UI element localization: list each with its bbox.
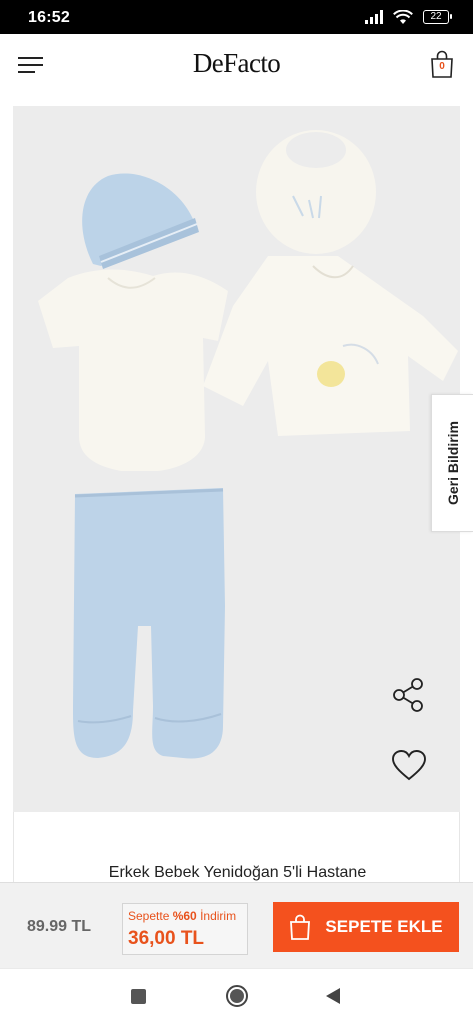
back-triangle-icon[interactable] [326,988,340,1004]
brand-logo[interactable]: DeFacto [0,48,473,79]
discount-prefix: Sepette [128,909,173,923]
status-bar: 16:52 22 [0,0,473,34]
status-icons: 22 [365,9,452,25]
app-header: DeFacto 0 [0,34,473,98]
baby-bodysuit-image [38,269,228,471]
discount-box: Sepette %60 İndirim 36,00 TL [122,903,248,955]
baby-top-image [203,256,458,436]
recents-square-icon[interactable] [131,989,146,1004]
favorite-button[interactable] [391,749,433,789]
signal-icon [365,10,383,24]
feedback-label: Geri Bildirim [444,420,461,506]
discounted-price: 36,00 TL [128,928,205,949]
system-nav-bar [0,968,473,1024]
price-bar: 89.99 TL Sepette %60 İndirim 36,00 TL SE… [0,882,473,968]
discount-percent: %60 [172,909,197,923]
baby-bib-image [256,130,376,254]
product-info: Erkek Bebek Yenidoğan 5'li Hastane [13,812,460,882]
baby-pants-image [73,488,225,759]
home-circle-icon[interactable] [226,985,248,1007]
wifi-icon [393,9,413,24]
status-time: 16:52 [28,9,70,26]
original-price: 89.99 TL [27,918,92,935]
share-button[interactable] [391,677,431,717]
product-image[interactable] [13,106,460,812]
heart-icon [392,750,426,781]
shopping-bag-icon [290,914,311,940]
product-title: Erkek Bebek Yenidoğan 5'li Hastane [108,864,367,881]
feedback-tab[interactable]: Geri Bildirim [431,394,473,532]
add-to-cart-button[interactable]: SEPETE EKLE [273,902,459,952]
discount-suffix: İndirim [196,909,237,923]
discount-label: Sepette %60 İndirim [128,909,236,923]
baby-hat-image [82,173,199,269]
cart-count-badge: 0 [439,61,445,72]
battery-icon: 22 [423,10,452,24]
share-icon [393,678,423,712]
add-to-cart-label: SEPETE EKLE [325,917,443,936]
